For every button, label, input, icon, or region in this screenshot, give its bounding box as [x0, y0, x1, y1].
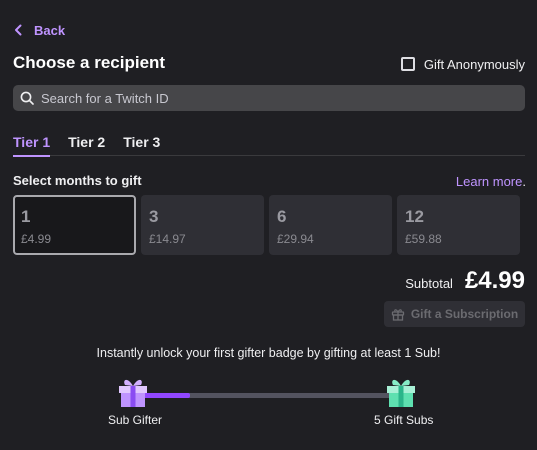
badge-promo-text: Instantly unlock your first gifter badge…: [96, 346, 441, 360]
month-option-1[interactable]: 1 £4.99: [13, 195, 136, 255]
select-months-label: Select months to gift: [13, 173, 142, 188]
gift-icon: [391, 309, 404, 321]
gifter-progress-bar: [130, 393, 402, 398]
five-gift-subs-label: 5 Gift Subs: [374, 413, 434, 427]
tab-tier-2[interactable]: Tier 2: [68, 131, 105, 156]
month-option-3[interactable]: 3 £14.97: [141, 195, 264, 255]
learn-more-period: .: [522, 174, 526, 189]
tier-tabs: Tier 1 Tier 2 Tier 3: [13, 131, 525, 157]
sub-gifter-label: Sub Gifter: [108, 413, 163, 427]
subtotal-amount: £4.99: [464, 267, 525, 294]
sub-gifter-badge-icon: [116, 375, 150, 409]
back-label: Back: [34, 22, 66, 38]
month-qty: 12: [405, 207, 424, 226]
chevron-left-icon: [15, 24, 22, 36]
five-gift-subs-badge-icon: [384, 375, 418, 409]
gift-anonymously-checkbox[interactable]: Gift Anonymously: [400, 55, 525, 73]
learn-more-text[interactable]: Learn more: [456, 174, 522, 189]
back-button[interactable]: Back: [13, 20, 65, 40]
search-input[interactable]: [41, 90, 481, 106]
learn-more-link[interactable]: Learn more.: [456, 174, 526, 189]
month-option-12[interactable]: 12 £59.88: [397, 195, 520, 255]
month-qty: 6: [277, 207, 287, 226]
month-price: £59.88: [405, 232, 442, 246]
subtotal-label: Subtotal: [405, 276, 453, 291]
subtotal: Subtotal £4.99: [405, 266, 525, 294]
gift-anonymously-label: Gift Anonymously: [423, 56, 525, 72]
search-bar[interactable]: [13, 85, 525, 111]
tab-tier-1[interactable]: Tier 1: [13, 131, 51, 157]
month-option-6[interactable]: 6 £29.94: [269, 195, 392, 255]
page-title: Choose a recipient: [13, 53, 166, 72]
month-qty: 3: [149, 207, 159, 226]
month-price: £14.97: [149, 232, 186, 246]
checkbox-box[interactable]: [400, 57, 415, 71]
month-price: £4.99: [21, 232, 52, 246]
gift-sub-panel: Back Choose a recipient Gift Anonymously…: [0, 0, 537, 450]
month-price: £29.94: [277, 232, 314, 246]
month-qty: 1: [21, 207, 31, 226]
gift-subscription-button[interactable]: Gift a Subscription: [384, 301, 525, 327]
search-icon: [20, 91, 34, 105]
month-options: 1 £4.99 3 £14.97 6 £29.94 12 £59.88: [13, 195, 522, 255]
tab-tier-3[interactable]: Tier 3: [123, 131, 160, 156]
gift-button-label: Gift a Subscription: [410, 307, 519, 321]
